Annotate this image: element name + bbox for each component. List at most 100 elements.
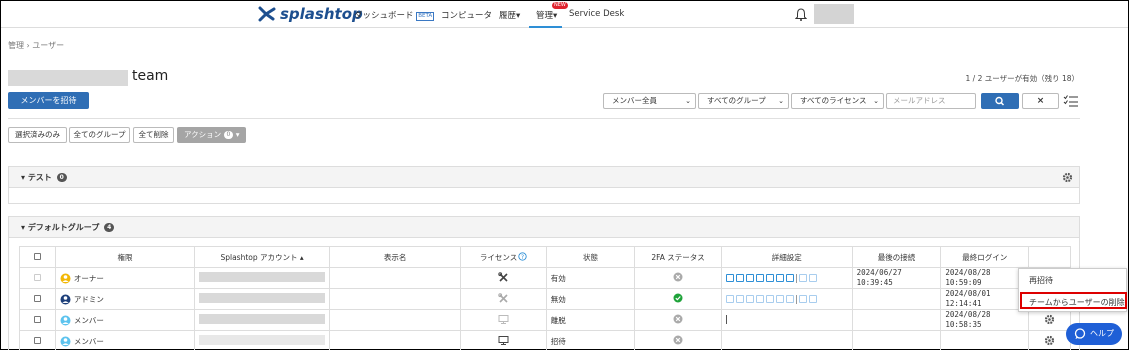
remote-command-icon[interactable] — [775, 274, 784, 282]
email-search-input[interactable]: メールアドレス — [886, 93, 976, 109]
license-cell[interactable] — [460, 330, 547, 350]
account-redacted — [199, 314, 326, 324]
nav-computers[interactable]: コンピュータ — [441, 9, 492, 21]
group-header-default[interactable]: ▾ デフォルトグループ 4 — [9, 217, 1079, 238]
header-license-label: ライセンス — [479, 252, 518, 262]
details-cell — [720, 330, 853, 350]
header-last-login: 最終ログイン — [940, 246, 1030, 268]
tools-icon[interactable] — [498, 292, 509, 304]
device-icon[interactable] — [798, 274, 807, 282]
search-button[interactable] — [981, 93, 1019, 109]
record-icon[interactable] — [765, 295, 774, 303]
separator — [795, 273, 797, 283]
tools-icon[interactable] — [498, 271, 509, 283]
settings-icon[interactable] — [808, 295, 817, 303]
group-count-badge: 0 — [56, 173, 67, 182]
header-account[interactable]: Splashtop アカウント ▴ — [194, 246, 331, 268]
gear-icon[interactable] — [1044, 314, 1055, 325]
license-cell[interactable] — [460, 267, 547, 289]
2fa-cell — [634, 288, 722, 310]
remote-wake-icon[interactable] — [785, 295, 794, 303]
license-cell[interactable] — [460, 309, 547, 331]
remote-wake-icon[interactable] — [785, 274, 794, 282]
details-cell — [720, 288, 853, 310]
account-redacted — [199, 335, 326, 345]
invite-member-button[interactable]: メンバーを招待 — [8, 92, 89, 109]
chat-icon[interactable] — [755, 295, 764, 303]
2fa-cell — [634, 267, 722, 289]
nav-admin[interactable]: 管理▾ — [536, 9, 557, 21]
row-checkbox-cell — [19, 267, 56, 289]
team-name-redacted — [8, 70, 128, 86]
license-cell[interactable] — [460, 288, 547, 310]
device-icon[interactable] — [798, 295, 807, 303]
gear-icon[interactable] — [1062, 172, 1073, 183]
license-filter-select[interactable]: すべてのライセンス ⌄ — [791, 93, 884, 109]
brand-logo[interactable]: splashtop — [258, 5, 363, 23]
menu-item-reinvite[interactable]: 再招待 — [1029, 275, 1053, 286]
2fa-disabled-icon — [673, 335, 683, 345]
file-transfer-icon[interactable] — [725, 274, 734, 282]
settings-icon[interactable] — [808, 274, 817, 282]
monitor-icon[interactable] — [498, 335, 509, 346]
status-cell: 招待 — [545, 330, 636, 350]
monitor-icon[interactable] — [498, 314, 509, 325]
header-2fa: 2FA ステータス — [634, 246, 722, 268]
divider — [8, 118, 1080, 119]
last-connection-cell — [851, 330, 942, 350]
new-badge: NEW — [552, 2, 568, 9]
gear-icon[interactable] — [1044, 335, 1055, 346]
chat-icon[interactable] — [755, 274, 764, 282]
action-dropdown-button[interactable]: アクション 0 ▾ — [177, 127, 246, 143]
record-icon[interactable] — [765, 274, 774, 282]
row-checkbox-cell[interactable] — [19, 288, 56, 310]
delete-all-button[interactable]: 全て削除 — [133, 127, 174, 143]
info-icon[interactable]: ? — [518, 251, 527, 261]
row-checkbox[interactable] — [33, 336, 41, 344]
help-button[interactable]: ヘルプ — [1066, 323, 1122, 345]
all-groups-button[interactable]: 全てのグループ — [69, 127, 130, 143]
svg-text:?: ? — [521, 253, 524, 260]
row-checkbox[interactable] — [33, 315, 41, 323]
2fa-cell — [634, 309, 722, 331]
action-label: アクション — [184, 130, 222, 139]
member-filter-select[interactable]: メンバー全員 ⌄ — [603, 93, 696, 109]
remote-command-icon[interactable] — [775, 295, 784, 303]
row-checkbox-cell[interactable] — [19, 309, 56, 331]
clear-button[interactable]: × — [1022, 93, 1059, 109]
row-checkbox-cell[interactable] — [19, 330, 56, 350]
nav-service-desk[interactable]: Service Desk — [569, 9, 624, 19]
chevron-down-icon: ▾ — [21, 223, 26, 232]
user-count: 1 / 2 ユーザーが有効（残り 18） — [965, 74, 1080, 83]
breadcrumb[interactable]: 管理 › ユーザー — [8, 40, 64, 51]
nav-dashboard-label: ダッシュボード — [354, 11, 414, 21]
avatar[interactable] — [814, 4, 854, 24]
select-all-cell[interactable] — [19, 246, 56, 268]
last-login-cell: 2024/08/01 12:14:41 — [940, 288, 1030, 310]
header-status: 状態 — [545, 246, 636, 268]
admin-icon — [60, 294, 71, 304]
actions-cell[interactable] — [1028, 330, 1071, 350]
file-transfer-icon[interactable] — [725, 295, 734, 303]
copy-icon[interactable] — [735, 274, 744, 282]
print-icon[interactable] — [745, 274, 754, 282]
copy-icon[interactable] — [735, 295, 744, 303]
group-header-test[interactable]: ▾ テスト 0 — [9, 167, 1079, 188]
display-name-cell — [329, 330, 462, 350]
group-name: テスト — [27, 173, 52, 182]
group-filter-select[interactable]: すべてのグループ ⌄ — [698, 93, 789, 109]
selected-only-button[interactable]: 選択済みのみ — [8, 127, 67, 143]
print-icon[interactable] — [745, 295, 754, 303]
brand-name: splashtop — [280, 5, 363, 23]
chat-bubble-icon — [1074, 328, 1086, 339]
splashtop-logo-icon — [258, 6, 276, 22]
bell-icon[interactable] — [795, 8, 807, 21]
nav-dashboard[interactable]: ダッシュボード BETA — [354, 9, 435, 21]
actions-cell[interactable] — [1028, 309, 1071, 331]
select-all-checkbox[interactable] — [33, 252, 41, 260]
column-settings-icon[interactable] — [1063, 94, 1079, 108]
row-checkbox[interactable] — [33, 294, 41, 302]
role-label: メンバー — [73, 315, 104, 325]
table-row: アドミン 無効 2024/08/01 12:14:41 — [19, 288, 1071, 310]
nav-history[interactable]: 履歴▾ — [499, 9, 520, 21]
